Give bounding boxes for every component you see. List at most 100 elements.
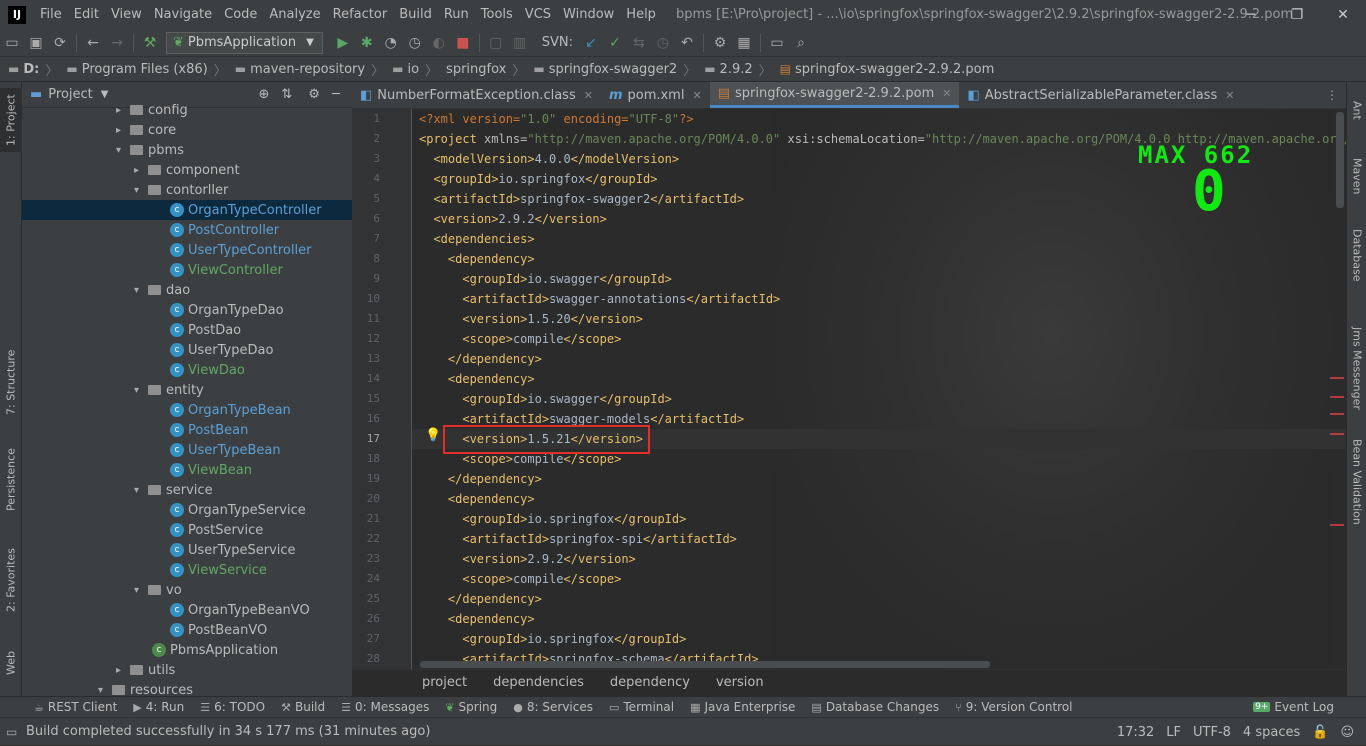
code-line[interactable]: <version>2.9.2</version> (419, 549, 635, 569)
menu-run[interactable]: Run (438, 7, 475, 22)
code-line[interactable]: </dependency> (419, 589, 542, 609)
tab-persistence[interactable]: Persistence (0, 442, 22, 518)
tree-class-item[interactable]: c UserTypeService (170, 540, 342, 560)
back-arrow-icon[interactable]: ← (81, 32, 105, 54)
error-marker[interactable] (1330, 433, 1344, 435)
svn-commit-icon[interactable]: ✓ (603, 32, 627, 54)
tree-folder-pbms[interactable]: ▾ pbms (116, 140, 342, 160)
error-marker[interactable] (1330, 396, 1344, 398)
horizontal-scrollbar[interactable] (420, 661, 990, 668)
git-icon[interactable]: ☺ (1340, 725, 1354, 740)
line-separator[interactable]: LF (1166, 725, 1181, 740)
tab-abstract-serializable-parameter[interactable]: ◧ AbstractSerializableParameter.class ✕ (959, 82, 1242, 108)
breadcrumb-drive[interactable]: ▬ D: 〉 (0, 60, 62, 79)
lightbulb-icon[interactable]: 💡 (425, 428, 441, 444)
tool-java-enterprise[interactable]: ▦ Java Enterprise (690, 700, 795, 714)
code-line[interactable]: <dependency> (419, 489, 535, 509)
attach-icon[interactable]: ◐ (427, 32, 451, 54)
code-line[interactable]: <dependency> (419, 249, 535, 269)
vertical-scrollbar[interactable] (1336, 112, 1344, 208)
code-line[interactable]: <groupId>io.swagger</groupId> (419, 269, 672, 289)
close-tab-icon[interactable]: ✕ (1225, 89, 1234, 102)
chevron-down-icon[interactable]: ▾ (134, 185, 148, 196)
tab-pom-xml[interactable]: m pom.xml ✕ (601, 82, 710, 108)
tree-class-item[interactable]: c PostBeanVO (170, 620, 342, 640)
structure-icon[interactable]: ▥ (508, 32, 532, 54)
tool-messages[interactable]: ☰ 0: Messages (341, 700, 429, 714)
tab-number-format-exception[interactable]: ◧ NumberFormatException.class ✕ (352, 82, 601, 108)
project-structure-icon[interactable]: ▦ (732, 32, 756, 54)
chevron-down-icon[interactable]: ▾ (116, 145, 130, 156)
tree-class-item[interactable]: c PostController (170, 220, 342, 240)
menu-edit[interactable]: Edit (68, 7, 105, 22)
svn-compare-icon[interactable]: ⇆ (627, 32, 651, 54)
chevron-right-icon[interactable]: ▸ (116, 665, 130, 676)
tab-database[interactable]: Database (1347, 220, 1366, 290)
tree-class-item[interactable]: c ViewController (170, 260, 342, 280)
editor-crumb-dependencies[interactable]: dependencies (493, 675, 584, 690)
code-line[interactable]: <groupId>io.springfox</groupId> (419, 509, 686, 529)
chevron-right-icon[interactable]: ▸ (134, 165, 148, 176)
tab-springfox-pom[interactable]: ▤ springfox-swagger2-2.9.2.pom ✕ (709, 82, 960, 108)
breadcrumb-version-folder[interactable]: ▬ 2.9.2 〉 (700, 60, 775, 79)
restore-icon[interactable]: ❐ (1274, 0, 1320, 29)
code-line[interactable]: <groupId>io.swagger</groupId> (419, 389, 672, 409)
tree-class-item[interactable]: c OrganTypeDao (170, 300, 342, 320)
code-line[interactable]: <artifactId>springfox-spi</artifactId> (419, 529, 737, 549)
menu-build[interactable]: Build (393, 7, 438, 22)
tree-folder-core[interactable]: ▸ core (116, 120, 342, 140)
code-line[interactable]: <dependency> (419, 609, 535, 629)
save-icon[interactable]: ▣ (24, 32, 48, 54)
debug-icon[interactable]: ✱ (355, 32, 379, 54)
chevron-down-icon[interactable]: ▾ (134, 585, 148, 596)
chevron-down-icon[interactable]: ▾ (134, 285, 148, 296)
menu-window[interactable]: Window (557, 7, 620, 22)
breadcrumb-maven-repository[interactable]: ▬ maven-repository 〉 (231, 60, 388, 79)
editor-crumb-dependency[interactable]: dependency (610, 675, 690, 690)
tab-bean-validation[interactable]: Bean Validation (1347, 432, 1366, 532)
file-encoding[interactable]: UTF-8 (1193, 725, 1231, 740)
chevron-right-icon[interactable]: ▸ (116, 125, 130, 136)
code-line[interactable]: <scope>compile</scope> (419, 569, 621, 589)
chevron-down-icon[interactable]: ▾ (134, 385, 148, 396)
code-line[interactable]: <dependency> (419, 369, 535, 389)
tool-build[interactable]: ⚒ Build (281, 700, 325, 714)
caret-position[interactable]: 17:32 (1117, 725, 1154, 740)
code-line[interactable]: <artifactId>swagger-annotations</artifac… (419, 289, 780, 309)
code-line[interactable]: <dependencies> (419, 229, 534, 249)
tab-project[interactable]: 1: Project (0, 88, 22, 152)
tab-ant[interactable]: Ant (1347, 92, 1366, 128)
minimize-icon[interactable]: ─ (1228, 0, 1274, 29)
code-line[interactable]: </dependency> (419, 349, 542, 369)
menu-code[interactable]: Code (218, 7, 263, 22)
run-configuration-select[interactable]: ❦ PbmsApplication ▼ (166, 31, 323, 54)
code-line[interactable]: </dependency> (419, 469, 542, 489)
menu-refactor[interactable]: Refactor (327, 7, 394, 22)
menu-vcs[interactable]: VCS (519, 7, 557, 22)
tree-folder-vo[interactable]: ▾ vo (134, 580, 342, 600)
tree-class-item[interactable]: c ViewService (170, 560, 342, 580)
chevron-right-icon[interactable]: ▸ (116, 105, 130, 116)
history-icon[interactable]: ◷ (651, 32, 675, 54)
breadcrumb-pom-file[interactable]: ▤ springfox-swagger2-2.9.2.pom (776, 62, 999, 77)
menu-navigate[interactable]: Navigate (148, 7, 218, 22)
tree-class-item[interactable]: c UserTypeDao (170, 340, 342, 360)
menu-tools[interactable]: Tools (475, 7, 519, 22)
tree-folder-entity[interactable]: ▾ entity (134, 380, 342, 400)
tool-version-control[interactable]: ⑂ 9: Version Control (955, 700, 1072, 714)
layout-icon[interactable]: ▢ (484, 32, 508, 54)
code-line[interactable]: <version>2.9.2</version> (419, 209, 606, 229)
tab-structure[interactable]: 7: Structure (0, 344, 22, 420)
breadcrumb-io[interactable]: ▬ io 〉 (388, 60, 442, 79)
tree-class-item[interactable]: c OrganTypeBean (170, 400, 342, 420)
tool-terminal[interactable]: ▭ Terminal (609, 700, 674, 714)
menu-analyze[interactable]: Analyze (263, 7, 326, 22)
tree-folder-utils[interactable]: ▸ utils (116, 660, 342, 680)
tree-class-item[interactable]: c PostBean (170, 420, 342, 440)
forward-arrow-icon[interactable]: → (105, 32, 129, 54)
close-tab-icon[interactable]: ✕ (584, 89, 593, 102)
tree-folder-config[interactable]: ▸ config (116, 100, 342, 120)
error-marker[interactable] (1330, 377, 1344, 379)
project-panel-title[interactable]: Project (48, 87, 92, 102)
status-message[interactable]: Build completed successfully in 34 s 177… (26, 724, 430, 739)
